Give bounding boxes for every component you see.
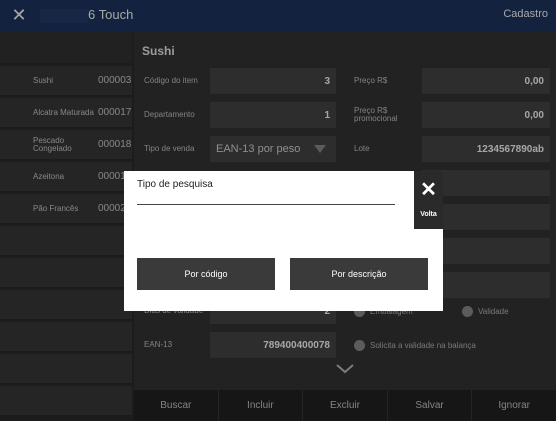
search-by-code-button[interactable]: Por código: [137, 258, 275, 290]
close-label: Volta: [420, 211, 437, 218]
search-dialog: Tipo de pesquisa ✕ Volta Por código Por …: [124, 171, 443, 311]
close-icon: ✕: [420, 179, 437, 201]
search-by-description-button[interactable]: Por descrição: [290, 258, 428, 290]
search-type-label: Tipo de pesquisa: [137, 179, 213, 190]
search-input[interactable]: [137, 193, 395, 205]
dialog-close-button[interactable]: ✕ Volta: [414, 171, 443, 229]
